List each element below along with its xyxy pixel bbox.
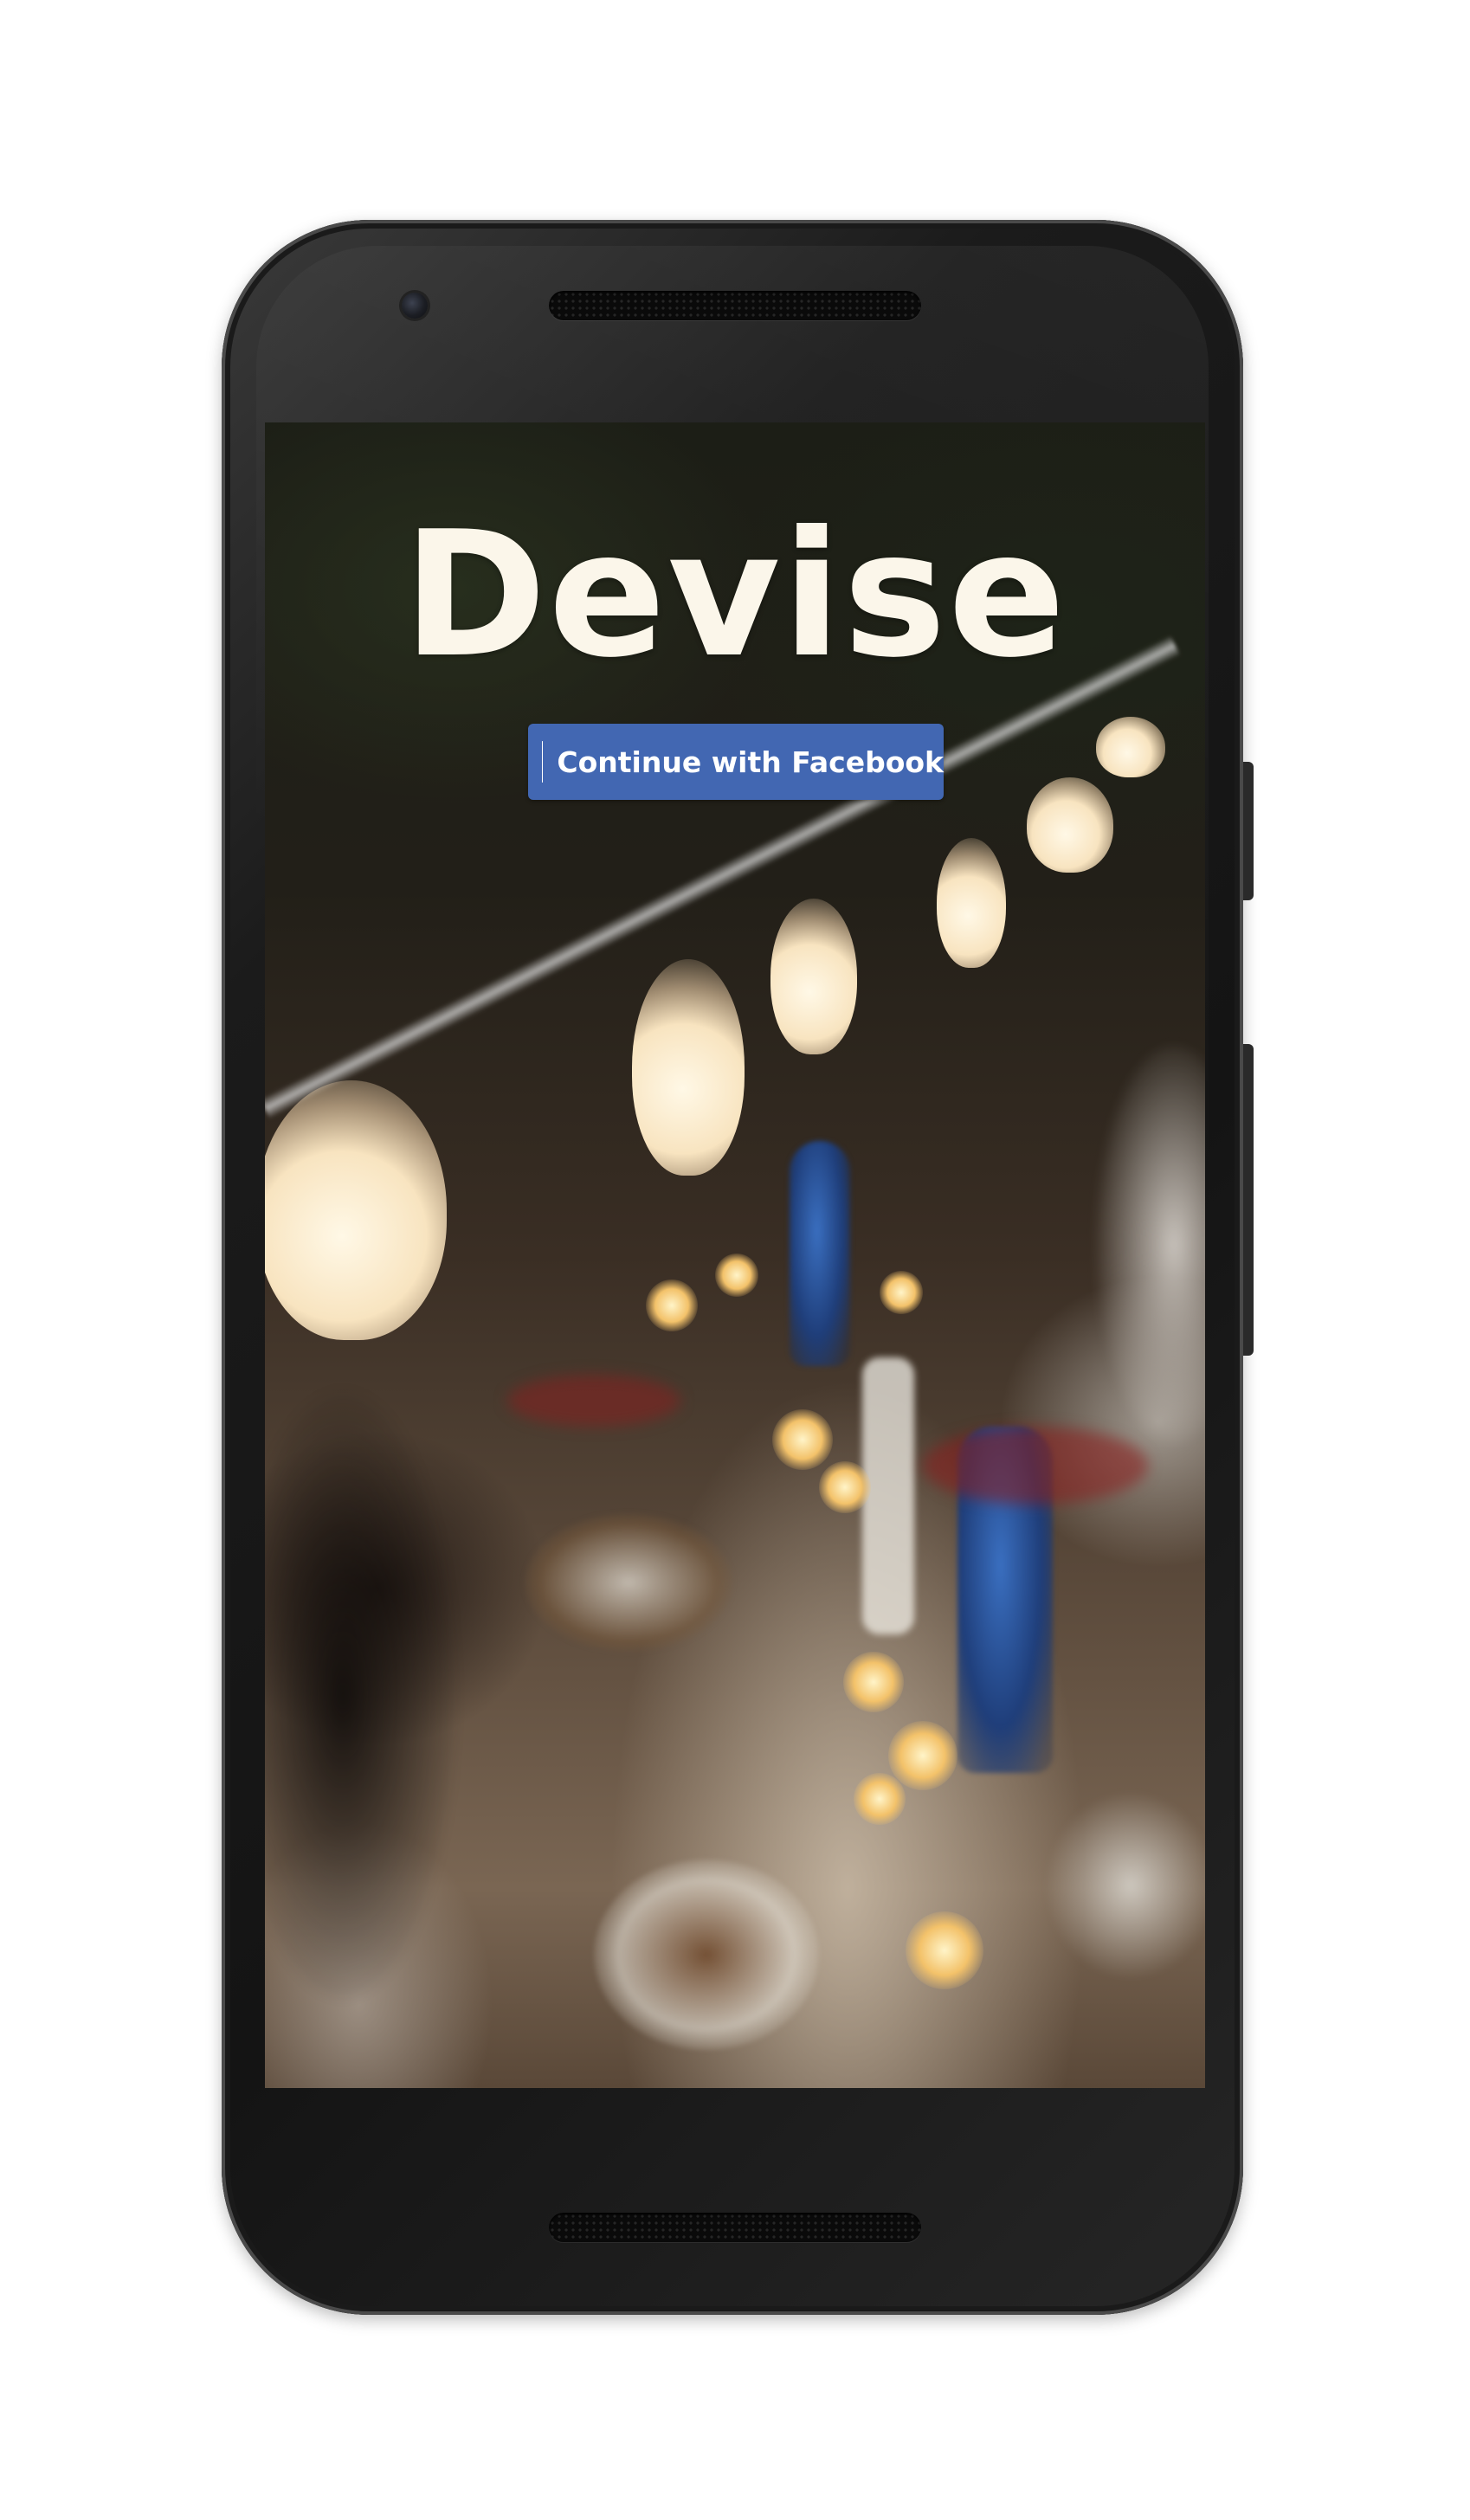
tea-light xyxy=(772,1409,833,1470)
tea-light xyxy=(715,1254,758,1297)
light-bulb xyxy=(265,1080,447,1340)
facebook-f-icon: f xyxy=(542,741,544,783)
facebook-button-label: Continue with Facebook xyxy=(557,744,944,779)
light-bulb xyxy=(937,838,1006,968)
bottom-speaker-grille xyxy=(549,2213,921,2242)
tea-light xyxy=(880,1271,923,1314)
guest-hair xyxy=(265,1392,455,1998)
tea-light xyxy=(819,1461,871,1513)
napkin xyxy=(507,1375,680,1427)
volume-rocker xyxy=(1243,1044,1254,1356)
top-speaker-grille xyxy=(549,291,921,320)
continue-with-facebook-button[interactable]: f Continue with Facebook xyxy=(528,724,944,800)
tea-light xyxy=(888,1721,957,1790)
tea-light xyxy=(843,1652,904,1712)
white-candle xyxy=(862,1357,914,1634)
tea-light xyxy=(646,1279,698,1331)
power-button xyxy=(1243,762,1254,900)
dinner-plate xyxy=(525,1513,732,1652)
tea-light xyxy=(906,1911,983,1989)
tea-light xyxy=(854,1773,906,1825)
light-bulb xyxy=(1027,777,1113,873)
light-bulb xyxy=(632,959,745,1176)
dinner-plate xyxy=(1044,1790,1205,1981)
device-mockup: Devise f Continue with Facebook xyxy=(0,0,1470,2520)
light-bulb xyxy=(770,899,857,1054)
napkin xyxy=(923,1427,1148,1505)
app-screen: Devise f Continue with Facebook xyxy=(265,422,1205,2088)
front-camera xyxy=(402,293,428,319)
water-bottle xyxy=(790,1141,850,1366)
guest-shirt xyxy=(1096,1046,1205,1444)
dinner-plate xyxy=(594,1859,819,2050)
light-bulb xyxy=(1096,717,1165,777)
app-title: Devise xyxy=(403,494,1067,696)
